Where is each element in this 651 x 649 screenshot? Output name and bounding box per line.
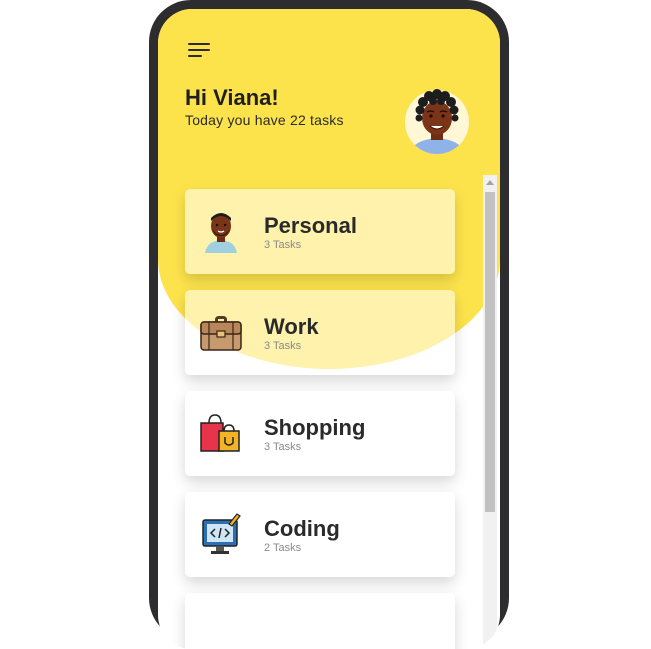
menu-icon[interactable] (188, 42, 212, 60)
scroll-up-arrow-icon[interactable] (486, 180, 494, 185)
scrollbar-thumb[interactable] (485, 192, 495, 512)
category-card-coding[interactable]: Coding 2 Tasks (185, 492, 455, 577)
category-card-shopping[interactable]: Shopping 3 Tasks (185, 391, 455, 476)
category-task-count: 3 Tasks (264, 441, 302, 453)
category-card-work[interactable]: Work 3 Tasks (185, 290, 455, 375)
category-title: Coding (264, 516, 340, 541)
category-title: Personal (264, 213, 357, 238)
greeting-title: Hi Viana! (185, 85, 279, 110)
user-avatar[interactable] (403, 88, 471, 158)
computer-code-icon (202, 513, 241, 554)
category-task-count: 3 Tasks (264, 340, 302, 352)
category-task-count: 2 Tasks (264, 542, 302, 554)
briefcase-icon (200, 316, 242, 351)
category-card-partial[interactable] (185, 593, 455, 649)
category-title: Work (264, 314, 319, 339)
task-summary: Today you have 22 tasks (185, 112, 344, 128)
app-screen: Hi Viana! Today you have 22 tasks Person… (158, 9, 500, 649)
person-icon (205, 213, 237, 253)
shopping-bags-icon (200, 414, 240, 452)
category-task-count: 3 Tasks (264, 239, 302, 251)
category-card-personal[interactable]: Personal 3 Tasks (185, 189, 455, 274)
phone-frame: Hi Viana! Today you have 22 tasks Person… (149, 0, 509, 649)
scrollbar[interactable] (483, 175, 497, 645)
category-title: Shopping (264, 415, 366, 440)
